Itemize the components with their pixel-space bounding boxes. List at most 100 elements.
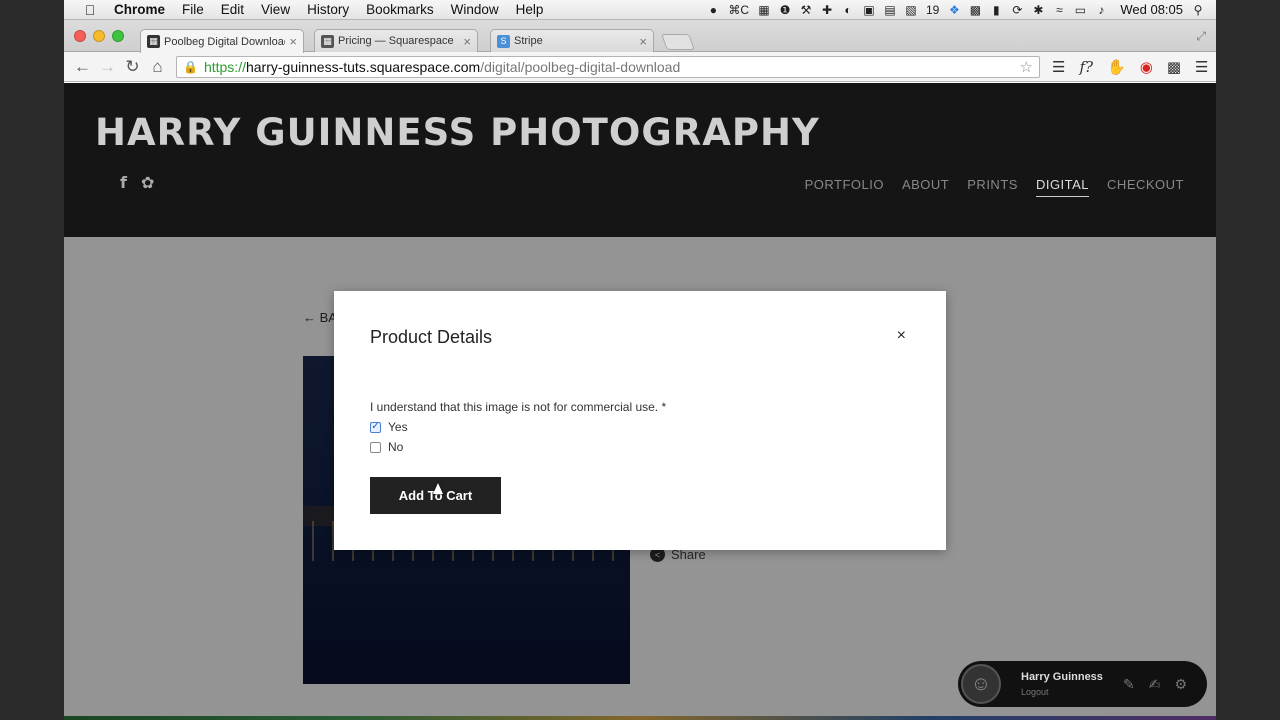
user-info: Harry Guinness Logout — [1021, 671, 1103, 697]
site-title[interactable]: HARRY GUINNESS PHOTOGRAPHY — [95, 111, 820, 154]
tab-strip: ▦ Poolbeg Digital Download × ▦ Pricing —… — [64, 20, 1216, 53]
window-controls — [74, 30, 124, 42]
user-tools: ✎ ✍ ⚙ — [1123, 676, 1187, 693]
squarespace-user-badge[interactable]: ☺ Harry Guinness Logout ✎ ✍ ⚙ — [958, 661, 1207, 707]
stripe-icon: S — [497, 34, 510, 48]
twitter-icon[interactable]: ✿ — [141, 173, 154, 193]
menu-view[interactable]: View — [261, 2, 290, 17]
menu-file[interactable]: File — [182, 2, 204, 17]
menu-app-chrome[interactable]: Chrome — [114, 2, 165, 17]
menu-history[interactable]: History — [307, 2, 349, 17]
product-details-modal: Product Details × I understand that this… — [334, 291, 946, 550]
url-scheme: https:// — [203, 58, 246, 75]
buffer-icon[interactable]: ☰ — [1052, 58, 1065, 76]
mouse-cursor — [433, 483, 443, 494]
site-header: HARRY GUINNESS PHOTOGRAPHY f ✿ PORTFOLIO… — [64, 83, 1216, 237]
option-no-label: No — [388, 440, 404, 454]
site-nav: PORTFOLIO ABOUT PRINTS DIGITAL CHECKOUT — [805, 177, 1184, 197]
close-tab-icon[interactable]: × — [463, 34, 471, 49]
calendar-icon[interactable]: 19 — [926, 3, 939, 17]
bookmark-star-icon[interactable]: ☆ — [1020, 58, 1033, 76]
facebook-icon[interactable]: f — [120, 173, 127, 193]
menu-help[interactable]: Help — [516, 2, 544, 17]
minimize-window-button[interactable] — [93, 30, 105, 42]
forward-icon[interactable]: → — [95, 57, 120, 77]
menu-window[interactable]: Window — [451, 2, 499, 17]
web-page: HARRY GUINNESS PHOTOGRAPHY f ✿ PORTFOLIO… — [64, 83, 1216, 720]
yes-checkbox[interactable]: ✓ — [370, 421, 381, 433]
cmd-c-icon[interactable]: ⌘C — [728, 3, 749, 17]
back-icon[interactable]: ← — [70, 57, 95, 77]
no-checkbox[interactable] — [370, 441, 381, 453]
tab-pricing[interactable]: ▦ Pricing — Squarespace × — [314, 29, 478, 52]
gear-icon[interactable]: ⚙ — [1174, 676, 1187, 693]
fullscreen-icon[interactable]: ⤢ — [1196, 29, 1206, 44]
home-icon[interactable]: ⌂ — [145, 57, 170, 77]
commercial-use-question: I understand that this image is not for … — [370, 400, 667, 414]
pencil-icon[interactable]: ✎ — [1123, 676, 1135, 693]
tab-poolbeg[interactable]: ▦ Poolbeg Digital Download × — [140, 29, 304, 53]
nav-checkout[interactable]: CHECKOUT — [1107, 177, 1184, 197]
one-icon[interactable]: ❶ — [779, 3, 791, 17]
close-tab-icon[interactable]: × — [639, 34, 647, 49]
reload-icon[interactable]: ↻ — [120, 57, 145, 77]
nav-about[interactable]: ABOUT — [902, 177, 949, 197]
tab-stripe[interactable]: S Stripe × — [490, 29, 654, 52]
menu-bookmarks[interactable]: Bookmarks — [366, 2, 434, 17]
close-tab-icon[interactable]: × — [289, 34, 297, 49]
nav-portfolio[interactable]: PORTFOLIO — [805, 177, 884, 197]
url-path: /digital/poolbeg-digital-download — [480, 58, 681, 75]
user-name: Harry Guinness — [1021, 671, 1103, 683]
nav-digital[interactable]: DIGITAL — [1035, 177, 1090, 197]
lastpass-icon[interactable]: ◉ — [1140, 58, 1153, 76]
squarespace-icon: ▦ — [147, 35, 160, 48]
avatar[interactable]: ☺ — [961, 664, 1001, 704]
lock-icon[interactable]: 🔒 — [183, 60, 198, 74]
spotlight-icon[interactable]: ⚲ — [1192, 3, 1204, 17]
nav-prints[interactable]: PRINTS — [967, 177, 1018, 197]
logout-link[interactable]: Logout — [1021, 687, 1103, 697]
circle-icon[interactable]: ◐ — [842, 3, 854, 17]
url-host: harry-guinness-tuts.squarespace.com — [245, 58, 481, 75]
apple-icon[interactable]:  — [80, 2, 100, 18]
g-icon[interactable]: ▩ — [969, 3, 981, 17]
close-icon[interactable]: × — [897, 327, 906, 345]
option-yes[interactable]: ✓ Yes — [370, 420, 408, 434]
new-tab-button[interactable] — [661, 34, 695, 50]
tab-title: Pricing — Squarespace — [338, 35, 454, 47]
time-machine-icon[interactable]: ⟳ — [1011, 3, 1023, 17]
chrome-menu-icon[interactable]: ☰ — [1195, 58, 1208, 76]
social-links: f ✿ — [120, 173, 154, 193]
extensions-area: ☰ f? ✋ ◉ ▩ ☰ — [1052, 58, 1208, 76]
status-area: ● ⌘C ▦ ❶ ⚒ ✚ ◐ ▣ ▤ ▧ 19 ❖ ▩ ▮ ⟳ ✱ ≈ ▭ ♪ … — [707, 2, 1216, 17]
option-yes-label: Yes — [388, 420, 408, 434]
browser-toolbar: ← → ↻ ⌂ 🔒 https://harry-guinness-tuts.sq… — [64, 52, 1216, 82]
dropbox-icon[interactable]: ❖ — [948, 3, 960, 17]
stack-icon[interactable]: ▩ — [1167, 58, 1181, 76]
plus-icon[interactable]: ✚ — [821, 3, 833, 17]
browser-window: ▦ Poolbeg Digital Download × ▦ Pricing —… — [64, 20, 1216, 720]
tab-title: Stripe — [514, 35, 543, 47]
wifi-icon[interactable]: ≈ — [1053, 3, 1065, 17]
option-no[interactable]: No — [370, 440, 403, 454]
bluetooth-icon[interactable]: ✱ — [1032, 3, 1044, 17]
n-icon[interactable]: ▧ — [905, 3, 917, 17]
font-finder-icon[interactable]: f? — [1079, 58, 1093, 76]
video-icon[interactable]: ▣ — [863, 3, 875, 17]
clock[interactable]: Wed 08:05 — [1120, 2, 1183, 17]
box-icon[interactable]: ▦ — [758, 3, 770, 17]
modal-title: Product Details — [370, 327, 493, 347]
camera-icon[interactable]: ● — [707, 3, 719, 17]
address-bar[interactable]: 🔒 https://harry-guinness-tuts.squarespac… — [176, 55, 1040, 78]
wrench-icon[interactable]: ⚒ — [800, 3, 812, 17]
menu-edit[interactable]: Edit — [221, 2, 244, 17]
close-window-button[interactable] — [74, 30, 86, 42]
zoom-window-button[interactable] — [112, 30, 124, 42]
battery-icon[interactable]: ▭ — [1074, 3, 1086, 17]
brush-icon[interactable]: ✍ — [1149, 676, 1161, 693]
evernote-icon[interactable]: ✋ — [1107, 58, 1126, 76]
dictionary-icon[interactable]: ▤ — [884, 3, 896, 17]
menu-bar:  Chrome File Edit View History Bookmark… — [64, 0, 1216, 20]
volume-icon[interactable]: ♪ — [1095, 3, 1107, 17]
display-icon[interactable]: ▮ — [990, 3, 1002, 17]
